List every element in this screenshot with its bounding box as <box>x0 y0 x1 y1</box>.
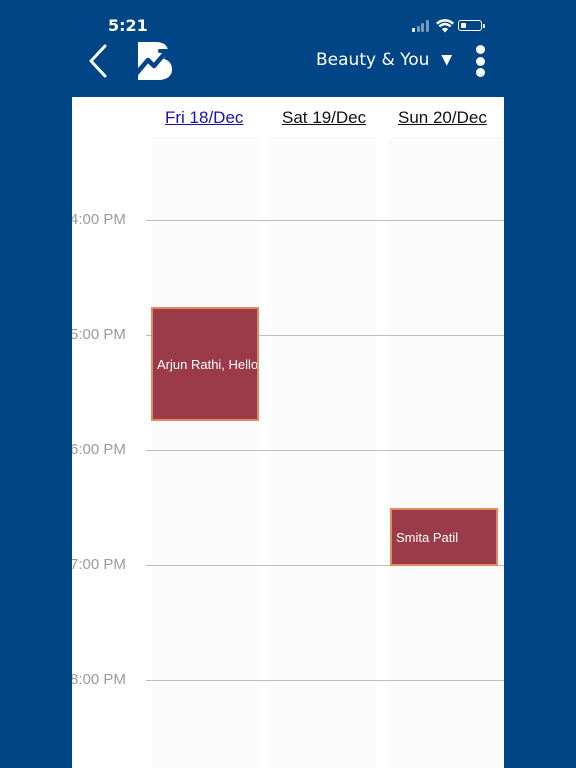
hour-gridline <box>146 680 504 681</box>
dot <box>476 45 485 54</box>
wifi-icon <box>436 19 454 33</box>
more-options-button[interactable] <box>470 44 492 78</box>
day-header-sun[interactable]: Sun 20/Dec <box>398 108 487 128</box>
time-label: 5:00 PM <box>72 326 126 343</box>
day-column-sun[interactable] <box>388 137 504 768</box>
business-name: Beauty & You <box>316 50 430 70</box>
dot <box>476 56 485 66</box>
status-icons <box>412 18 492 34</box>
day-header-sat[interactable]: Sat 19/Dec <box>282 108 366 128</box>
cellular-signal-icon <box>412 20 430 32</box>
time-label: 4:00 PM <box>72 211 126 228</box>
back-button[interactable] <box>86 44 114 78</box>
dot <box>476 68 485 77</box>
appointment-title: Smita Patil <box>396 529 459 545</box>
business-selector[interactable]: Beauty & You ▼ <box>316 48 452 72</box>
time-label: 6:00 PM <box>72 441 126 458</box>
chevron-left-icon <box>89 44 107 78</box>
appointment-title: Arjun Rathi, Hello <box>157 356 259 372</box>
brand-logo-icon <box>134 42 172 80</box>
calendar-view: Fri 18/Dec Sat 19/Dec Sun 20/Dec 4:00 PM… <box>72 97 504 768</box>
battery-icon <box>458 20 485 31</box>
appointment-block[interactable]: Arjun Rathi, Hello <box>151 307 259 421</box>
dropdown-caret-icon: ▼ <box>441 52 453 68</box>
time-label: 8:00 PM <box>72 671 126 688</box>
time-label: 7:00 PM <box>72 556 126 573</box>
status-time: 5:21 <box>108 16 148 35</box>
day-column-fri[interactable] <box>152 137 257 768</box>
appointment-block[interactable]: Smita Patil <box>390 508 498 566</box>
hour-gridline <box>146 450 504 451</box>
day-header-fri[interactable]: Fri 18/Dec <box>165 108 243 128</box>
day-column-sat[interactable] <box>271 137 376 768</box>
hour-gridline <box>146 220 504 221</box>
